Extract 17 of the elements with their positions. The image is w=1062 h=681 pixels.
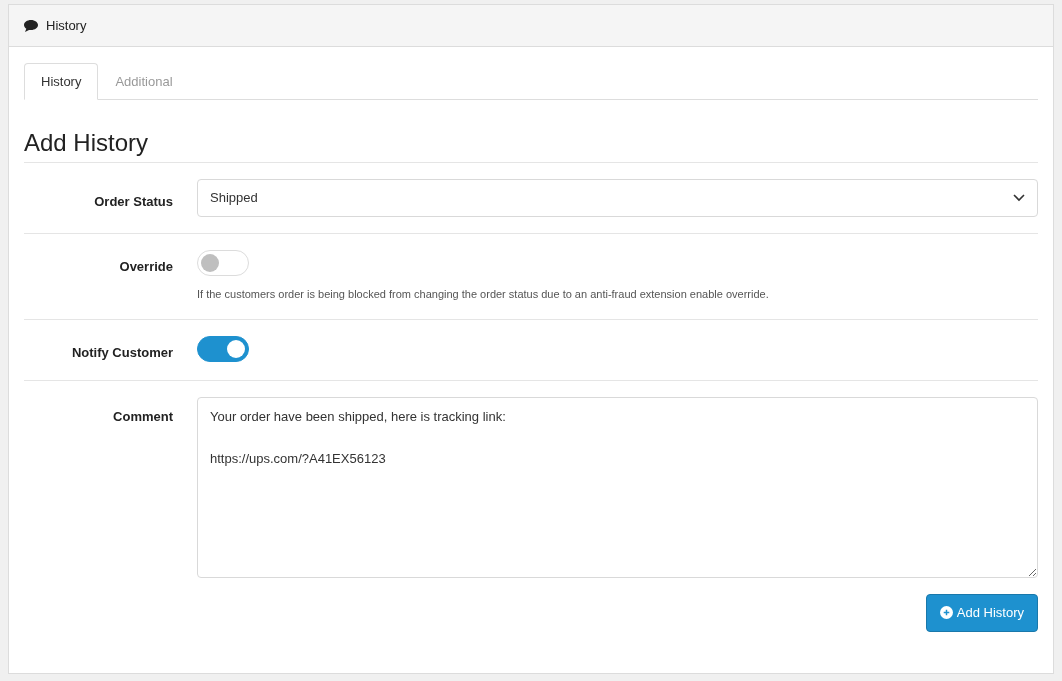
tab[interactable]: History [24,63,99,100]
help-text: If the customers order is being blocked from changing the order status due to an anti-fraud extension enable override. [197,287,770,302]
order-status-select[interactable]: Shipped [197,179,1038,217]
section-title: Add History [24,128,149,158]
switch-knob [227,339,245,358]
panel-title: History [46,16,87,35]
comment-field[interactable]: Your order have been shipped, here is tracking link: https://ups.com/?A41EX56123 [197,396,1038,578]
field-label: Notify Customer [71,344,173,360]
field-label: Order Status [94,194,173,209]
add-history-button[interactable]: Add History [925,593,1038,632]
toggle-switch[interactable] [197,335,249,362]
plus-circle-icon [939,606,953,619]
field-label: Override [119,259,173,274]
switch-knob [201,254,219,272]
speech-bubble-icon [24,19,38,32]
chevron-down-icon [1013,194,1025,202]
field-label: Comment [113,408,173,424]
